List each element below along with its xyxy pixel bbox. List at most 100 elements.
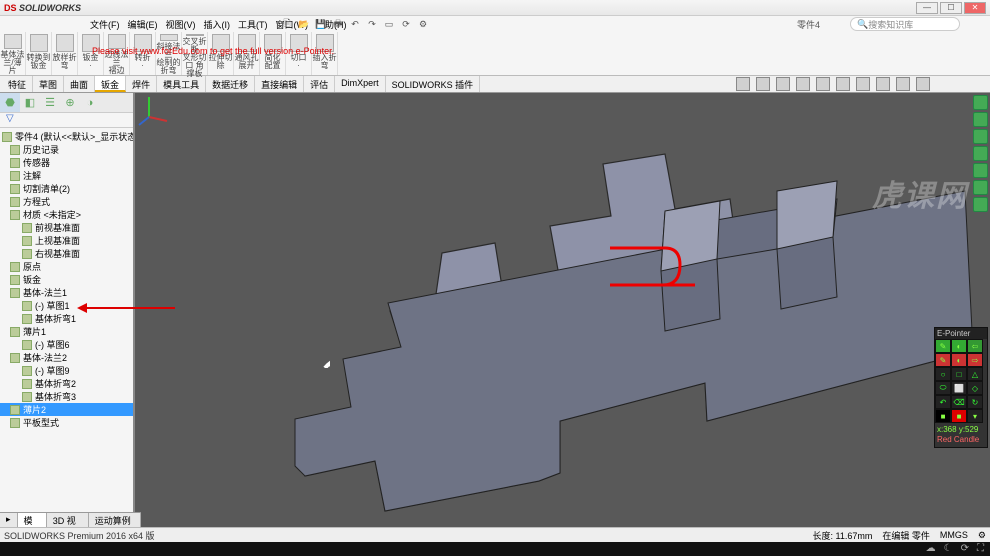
open-icon[interactable]: 📂 <box>297 17 311 31</box>
command-tab[interactable]: 焊件 <box>126 76 157 92</box>
tree-node[interactable]: (-) 草图6 <box>0 338 133 351</box>
command-tab[interactable]: DimXpert <box>335 76 386 92</box>
hide-show-icon[interactable] <box>856 77 870 91</box>
design-library-icon[interactable] <box>973 112 988 127</box>
command-tab[interactable]: SOLIDWORKS 插件 <box>386 76 481 92</box>
command-tab[interactable]: 曲面 <box>64 76 95 92</box>
moon-icon[interactable]: ☾ <box>944 543 953 554</box>
tree-node[interactable]: 右视基准面 <box>0 247 133 260</box>
menu-item[interactable]: 文件(F) <box>90 20 120 30</box>
tree-node[interactable]: 基体-法兰2 <box>0 351 133 364</box>
tree-node[interactable]: 薄片1 <box>0 325 133 338</box>
print-icon[interactable]: 🖶 <box>331 17 345 31</box>
new-icon[interactable]: 🗎 <box>280 17 294 31</box>
tree-node[interactable]: 前视基准面 <box>0 221 133 234</box>
config-tab[interactable]: ☰ <box>40 93 60 112</box>
appearances-icon[interactable] <box>973 163 988 178</box>
view-settings-icon[interactable] <box>916 77 930 91</box>
refresh-icon[interactable]: ⟳ <box>961 543 969 554</box>
player-bar: ☁ ☾ ⟳ ⛶ <box>0 542 990 556</box>
tree-node[interactable]: 历史记录 <box>0 143 133 156</box>
feature-icon <box>10 197 20 207</box>
unit-system[interactable]: MMGS <box>940 530 968 540</box>
tree-node[interactable]: 平板型式 <box>0 416 133 429</box>
view-tab[interactable]: 运动算例 1 <box>89 513 141 527</box>
command-tab[interactable]: 钣金 <box>95 76 126 92</box>
select-icon[interactable]: ▭ <box>382 17 396 31</box>
menu-item[interactable]: 视图(V) <box>166 20 196 30</box>
options-icon[interactable]: ⚙ <box>416 17 430 31</box>
tree-node[interactable]: 基体折弯1 <box>0 312 133 325</box>
tree-node[interactable]: 上视基准面 <box>0 234 133 247</box>
tree-node[interactable]: 原点 <box>0 260 133 273</box>
display-style-icon[interactable] <box>836 77 850 91</box>
feature-tree-tab[interactable]: ⬣ <box>0 93 20 112</box>
zoom-fit-icon[interactable] <box>736 77 750 91</box>
graphics-viewport[interactable]: 虎课网 E-Pointer ✎◐⇦ ✎◐⇨ ○□△ ⬭⬜◇ ↶⌫↻ ■■▾ x:… <box>135 93 990 537</box>
forum-icon[interactable] <box>973 197 988 212</box>
apply-scene-icon[interactable] <box>896 77 910 91</box>
tree-node[interactable]: 切割清单(2) <box>0 182 133 195</box>
maximize-button[interactable]: ☐ <box>940 2 962 14</box>
minimize-button[interactable]: — <box>916 2 938 14</box>
rebuild-icon[interactable]: ⟳ <box>399 17 413 31</box>
zoom-area-icon[interactable] <box>756 77 770 91</box>
menu-item[interactable]: 插入(I) <box>204 20 231 30</box>
edit-appearance-icon[interactable] <box>876 77 890 91</box>
section-icon[interactable] <box>796 77 810 91</box>
view-tab[interactable]: 3D 视图 <box>47 513 89 527</box>
tree-node[interactable]: (-) 草图1 <box>0 299 133 312</box>
close-button[interactable]: ✕ <box>964 2 986 14</box>
feature-icon <box>10 405 20 415</box>
command-tab[interactable]: 直接编辑 <box>255 76 304 92</box>
tree-node[interactable]: (-) 草图9 <box>0 364 133 377</box>
filter-tree[interactable]: ▽ <box>0 113 133 128</box>
menu-item[interactable]: 工具(T) <box>238 20 268 30</box>
epointer-title: E-Pointer <box>935 328 987 339</box>
ribbon-command[interactable]: 转换到钣金 <box>26 32 52 75</box>
tree-node[interactable]: 基体折弯3 <box>0 390 133 403</box>
ribbon-command[interactable]: 基体法兰/薄片 <box>0 32 26 75</box>
tree-node[interactable]: 注解 <box>0 169 133 182</box>
tree-node[interactable]: 薄片2 <box>0 403 133 416</box>
tree-node[interactable]: 钣金 <box>0 273 133 286</box>
tree-node[interactable]: 材质 <未指定> <box>0 208 133 221</box>
feature-icon <box>10 171 20 181</box>
command-tab[interactable]: 数据迁移 <box>206 76 255 92</box>
solidworks-resources-icon[interactable] <box>973 95 988 110</box>
expand-icon[interactable]: ▸ <box>0 513 18 527</box>
view-tab[interactable]: 模型 <box>18 513 47 527</box>
menu-item[interactable]: 编辑(E) <box>128 20 158 30</box>
title-bar: DS SOLIDWORKS — ☐ ✕ <box>0 0 990 16</box>
command-tab[interactable]: 特征 <box>2 76 33 92</box>
save-icon[interactable]: 💾 <box>314 17 328 31</box>
view-palette-icon[interactable] <box>973 146 988 161</box>
epointer-panel[interactable]: E-Pointer ✎◐⇦ ✎◐⇨ ○□△ ⬭⬜◇ ↶⌫↻ ■■▾ x:368 … <box>934 327 988 448</box>
dimxpert-tab[interactable]: ⊕ <box>60 93 80 112</box>
ribbon-command[interactable]: 放样折弯 <box>52 32 78 75</box>
orientation-triad[interactable] <box>135 93 169 127</box>
tree-node[interactable]: 传感器 <box>0 156 133 169</box>
redo-icon[interactable]: ↷ <box>365 17 379 31</box>
property-tab[interactable]: ◧ <box>20 93 40 112</box>
tree-root-node[interactable]: 零件4 (默认<<默认>_显示状态 1>) <box>0 130 133 143</box>
display-tab[interactable]: ◑ <box>80 93 100 112</box>
command-tab[interactable]: 草图 <box>33 76 64 92</box>
file-explorer-icon[interactable] <box>973 129 988 144</box>
search-input[interactable]: 🔍 搜索知识库 <box>850 17 960 31</box>
tree-node[interactable]: 基体折弯2 <box>0 377 133 390</box>
status-icons[interactable]: ⚙ <box>978 530 986 541</box>
cloud-icon[interactable]: ☁ <box>926 543 936 554</box>
undo-icon[interactable]: ↶ <box>348 17 362 31</box>
site-watermark: 虎课网 <box>872 171 968 215</box>
tree-node[interactable]: 基体-法兰1 <box>0 286 133 299</box>
command-tab[interactable]: 模具工具 <box>157 76 206 92</box>
custom-properties-icon[interactable] <box>973 180 988 195</box>
tree-node[interactable]: 方程式 <box>0 195 133 208</box>
view-orient-icon[interactable] <box>816 77 830 91</box>
feature-icon <box>10 275 20 285</box>
command-tab[interactable]: 评估 <box>304 76 335 92</box>
fullscreen-icon[interactable]: ⛶ <box>977 543 984 554</box>
prev-view-icon[interactable] <box>776 77 790 91</box>
red-annotation-arrow <box>80 307 175 309</box>
